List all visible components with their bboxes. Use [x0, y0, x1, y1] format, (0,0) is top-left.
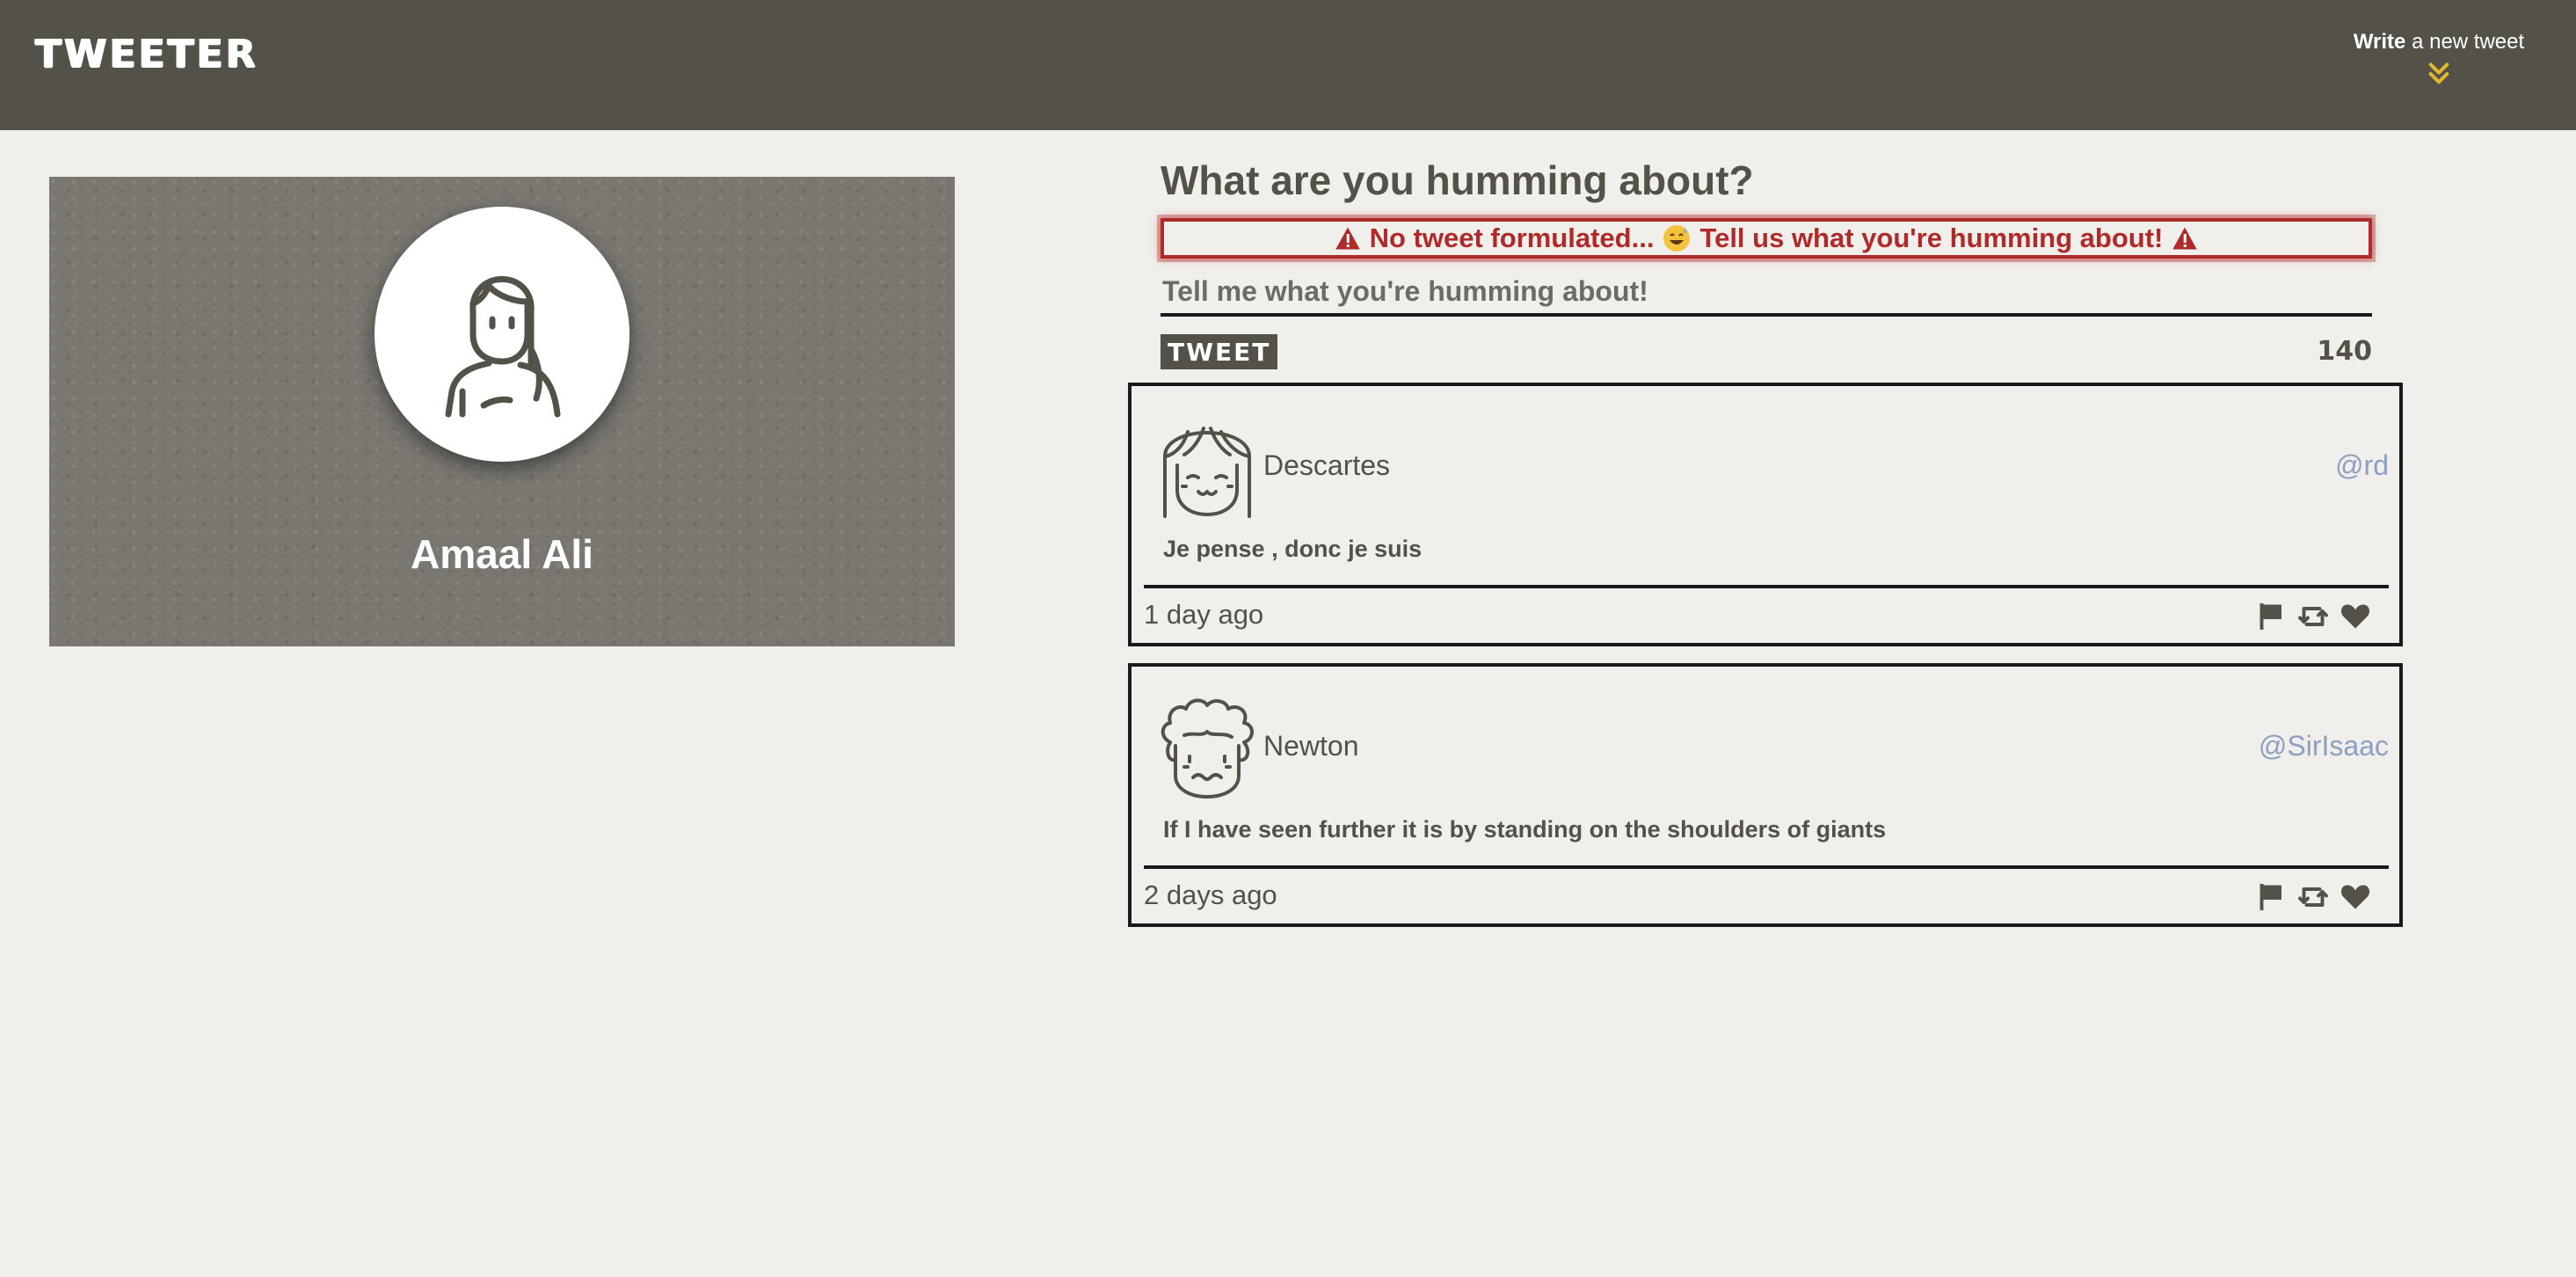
- composer-heading: What are you humming about?: [1161, 157, 1754, 203]
- write-new-tweet-toggle[interactable]: Write a new tweet: [2342, 30, 2536, 88]
- compose-bold-label: Write: [2353, 30, 2406, 54]
- tweet-composer: What are you humming about? No tweet for…: [1161, 150, 2372, 382]
- tweet-text-input[interactable]: [1161, 269, 2372, 317]
- tweet-author-name[interactable]: Descartes: [1263, 449, 1390, 482]
- profile-name: Amaal Ali: [411, 531, 593, 577]
- composer-actions: TWEET 140: [1161, 329, 2372, 382]
- tweet-card: Newton @SirIsaac If I have seen further …: [1128, 663, 2403, 927]
- tweet-avatar-icon: [1161, 698, 1254, 799]
- tweet-divider: [1144, 585, 2389, 588]
- double-chevron-down-icon[interactable]: [2425, 60, 2453, 88]
- tweet-author-handle[interactable]: @SirIsaac: [2259, 730, 2389, 763]
- compose-label: a new tweet: [2405, 30, 2525, 54]
- profile-avatar: [375, 207, 629, 462]
- heart-icon[interactable]: [2340, 881, 2371, 913]
- tweet-actions: [2255, 601, 2371, 632]
- retweet-icon[interactable]: [2297, 601, 2329, 632]
- warning-icon: [2172, 227, 2198, 250]
- top-nav: TWEETER Write a new tweet: [0, 0, 2576, 130]
- tweet-actions: [2255, 881, 2371, 913]
- char-counter: 140: [2317, 336, 2372, 367]
- grinning-sweat-emoji-icon: [1663, 225, 1691, 252]
- tweet-submit-button[interactable]: TWEET: [1161, 334, 1278, 369]
- tweet-author-handle[interactable]: @rd: [2335, 449, 2389, 482]
- brand-logo[interactable]: TWEETER: [35, 32, 258, 77]
- tweet-author-name[interactable]: Newton: [1263, 730, 1359, 763]
- profile-card: Amaal Ali: [49, 177, 955, 646]
- tweet-card: Descartes @rd Je pense , donc je suis 1 …: [1128, 383, 2403, 646]
- tweet-divider: [1144, 865, 2389, 869]
- retweet-icon[interactable]: [2297, 881, 2329, 913]
- error-text-part2: Tell us what you're humming about!: [1699, 223, 2164, 253]
- tweet-body: Je pense , donc je suis: [1163, 536, 1423, 562]
- heart-icon[interactable]: [2340, 601, 2371, 632]
- error-text-part1: No tweet formulated...: [1369, 223, 1655, 253]
- tweet-body: If I have seen further it is by standing…: [1163, 816, 1887, 843]
- error-banner: No tweet formulated... Tell us what you'…: [1161, 218, 2372, 259]
- user-avatar-icon: [445, 276, 561, 418]
- flag-icon[interactable]: [2255, 601, 2287, 632]
- flag-icon[interactable]: [2255, 881, 2287, 913]
- tweet-avatar-icon: [1163, 427, 1251, 518]
- tweet-timestamp: 1 day ago: [1144, 599, 1264, 630]
- warning-icon: [1335, 227, 1360, 250]
- tweet-timestamp: 2 days ago: [1144, 879, 1277, 910]
